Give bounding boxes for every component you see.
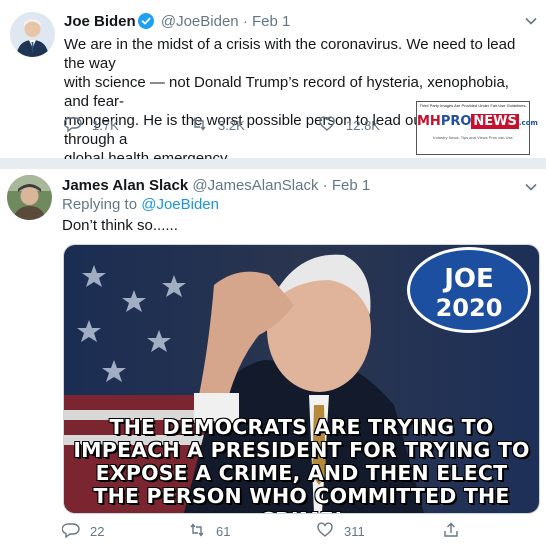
tweet-header: James Alan Slack @JamesAlanSlack · Feb 1: [62, 177, 370, 194]
like-button[interactable]: 12.8K: [318, 115, 380, 136]
joe-2020-logo: JOE 2020: [407, 247, 531, 333]
user-handle[interactable]: @JoeBiden: [161, 13, 239, 30]
verified-badge-icon: [137, 13, 154, 29]
chevron-down-icon[interactable]: [524, 180, 538, 194]
separator-dot: ·: [322, 177, 328, 194]
like-count: 12.8K: [346, 118, 380, 133]
watermark-notice: Third Party Images Are Provided Under Fa…: [419, 103, 527, 108]
chevron-down-icon[interactable]: [524, 14, 538, 28]
reply-count: 22: [90, 524, 105, 539]
like-button[interactable]: 311: [316, 521, 365, 542]
reply-button[interactable]: 22: [61, 521, 105, 542]
tweet-header: Joe Biden @JoeBiden · Feb 1: [64, 13, 290, 30]
retweet-button[interactable]: 61: [188, 521, 230, 542]
retweet-icon: [188, 521, 216, 542]
tweet-separator: [0, 159, 546, 169]
badge-line-1: JOE: [444, 264, 494, 294]
badge-line-2: 2020: [435, 294, 503, 322]
heart-icon: [318, 115, 346, 136]
reply-count: 1.7K: [92, 118, 119, 133]
tweet-date[interactable]: Feb 1: [252, 13, 290, 30]
tweet-media-image[interactable]: JOE 2020 THE DEMOCRATS ARE TRYING TO IMP…: [63, 244, 540, 514]
share-button[interactable]: [442, 521, 470, 542]
replying-to-link[interactable]: @JoeBiden: [141, 196, 219, 213]
display-name[interactable]: James Alan Slack: [62, 177, 188, 194]
mhpronews-watermark: Third Party Images Are Provided Under Fa…: [416, 101, 538, 155]
retweet-count: 3.2K: [218, 118, 245, 133]
tweet-date[interactable]: Feb 1: [332, 177, 370, 194]
reply-button[interactable]: 1.7K: [63, 115, 119, 136]
tweet-james-alan-slack[interactable]: James Alan Slack @JamesAlanSlack · Feb 1…: [0, 169, 546, 560]
watermark-tagline: Industry News, Tips and Views Pros can U…: [433, 135, 513, 140]
replying-to-prefix: Replying to: [62, 196, 142, 213]
meme-caption-line: THE DEMOCRATS ARE TRYING TO: [109, 415, 494, 439]
display-name[interactable]: Joe Biden: [64, 13, 136, 30]
meme-caption-line: THE PERSON WHO COMMITTED THE CRIME!: [93, 484, 510, 513]
retweet-icon: [190, 115, 218, 136]
tweet-text-line: We are in the midst of a crisis with the…: [64, 36, 516, 72]
like-count: 311: [344, 524, 365, 539]
avatar[interactable]: [7, 175, 52, 220]
share-icon: [442, 521, 470, 542]
separator-dot: ·: [242, 13, 248, 30]
retweet-count: 61: [216, 524, 231, 539]
heart-icon: [316, 521, 344, 542]
tweet-text: Don’t think so......: [62, 217, 178, 234]
replying-to: Replying to @JoeBiden: [62, 196, 219, 213]
meme-caption-line: IMPEACH A PRESIDENT FOR TRYING TO: [73, 438, 530, 462]
user-handle[interactable]: @JamesAlanSlack: [192, 177, 318, 194]
meme-caption-line: EXPOSE A CRIME, AND THEN ELECT: [95, 461, 508, 485]
avatar[interactable]: [10, 12, 55, 57]
reply-icon: [61, 521, 90, 542]
retweet-button[interactable]: 3.2K: [190, 115, 245, 136]
reply-icon: [63, 115, 92, 136]
mhpronews-logo: MHPRO NEWS .com: [417, 114, 538, 129]
